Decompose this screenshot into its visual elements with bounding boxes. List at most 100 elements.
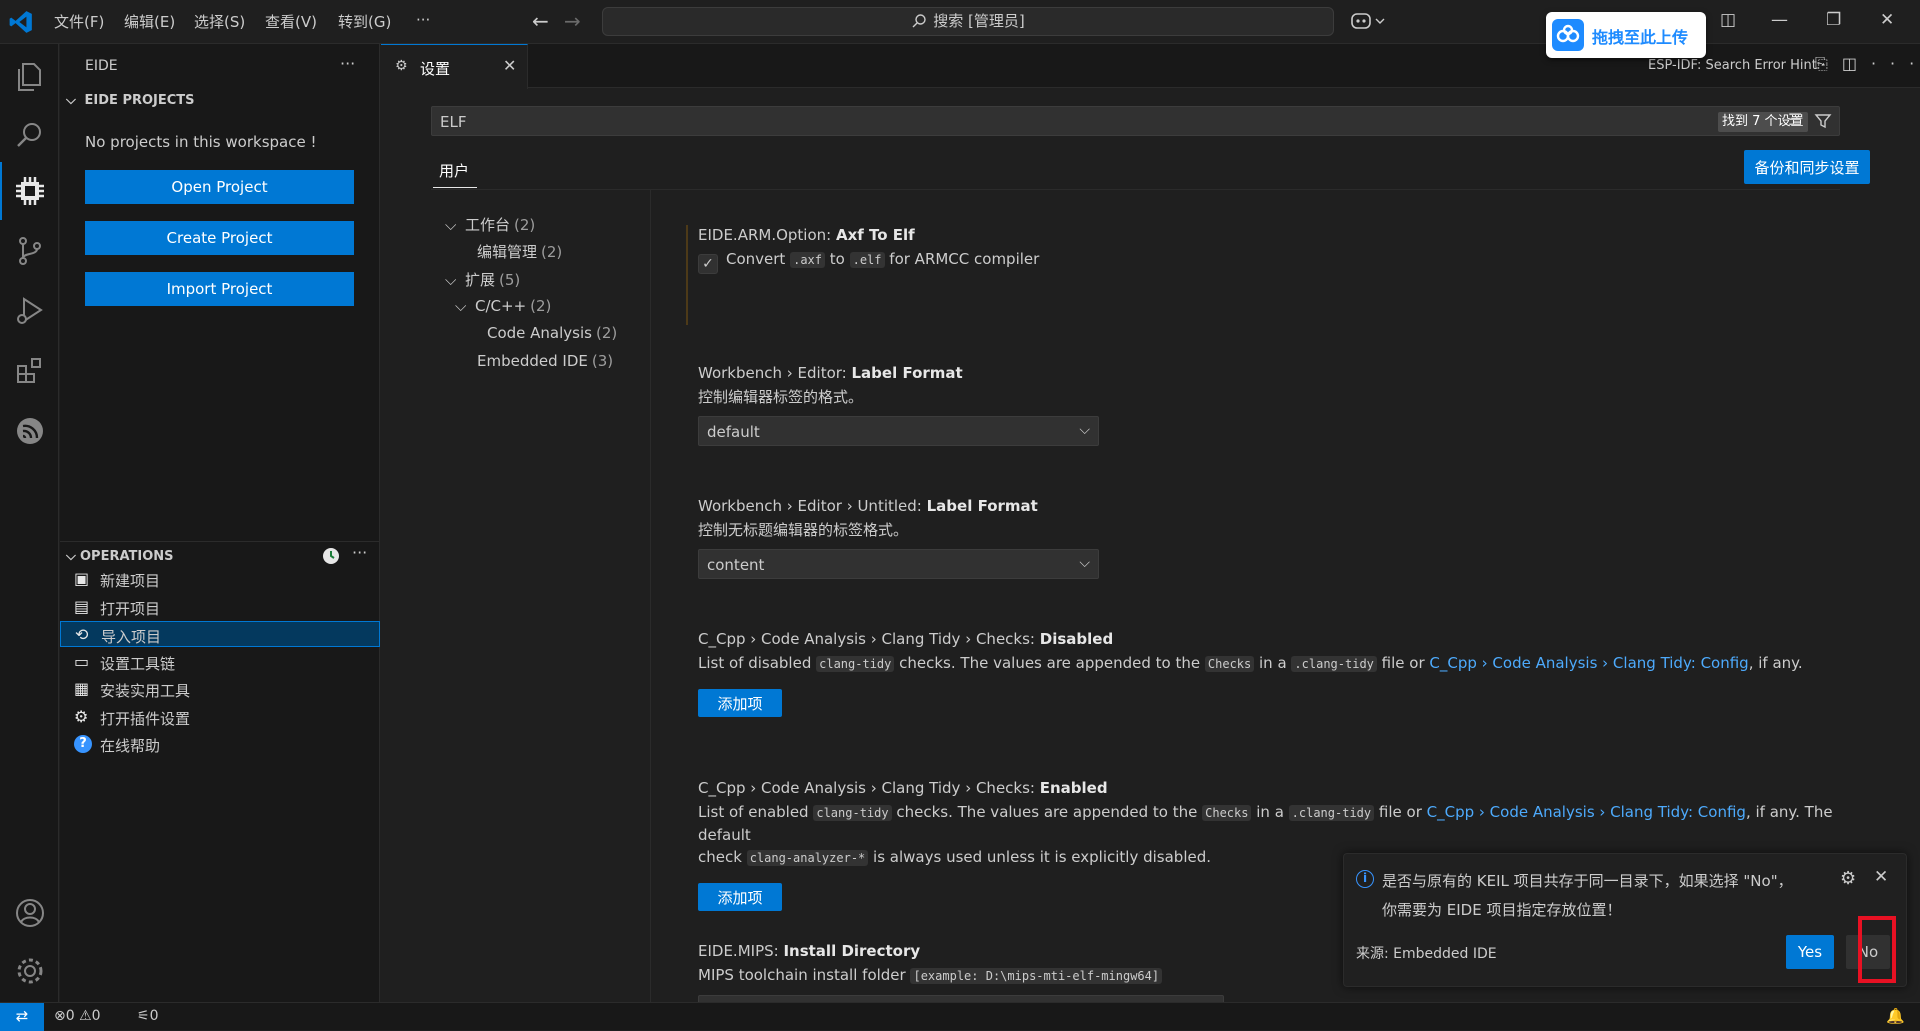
eide-projects-header[interactable]: ⌵ EIDE PROJECTS [66, 93, 195, 108]
minimize-button[interactable]: — [1771, 10, 1788, 30]
history-clock-icon[interactable] [321, 546, 341, 566]
desc-text: file or [1376, 654, 1430, 672]
toc-label: Code Analysis [487, 324, 592, 342]
operation-item[interactable]: ▭ 设置工具链 [60, 649, 380, 675]
forward-arrow-icon[interactable]: → [564, 9, 581, 33]
setting-description: 控制编辑器标签的格式。 [698, 388, 864, 406]
open-project-icon: ▤ [74, 596, 90, 616]
source-control-icon[interactable] [13, 234, 47, 268]
toc-item[interactable]: Embedded IDE (3) [477, 352, 613, 370]
esp-idf-icon[interactable] [13, 414, 47, 448]
gear-icon[interactable]: ⚙ [1840, 868, 1856, 889]
title-bar: 文件(F) 编辑(E) 选择(S) 查看(V) 转到(G) ··· ← → 搜索… [0, 0, 1920, 58]
active-scope-underline [433, 187, 477, 188]
untitled-label-format-select[interactable]: content ⌵ [698, 549, 1099, 579]
desc-text: file or [1374, 803, 1427, 821]
operation-label: 导入项目 [101, 628, 162, 646]
desc-text: in a [1251, 803, 1289, 821]
operation-item[interactable]: ⟲ 导入项目 [60, 621, 380, 647]
operation-label: 打开插件设置 [100, 709, 191, 728]
notification-toast: i 是否与原有的 KEIL 项目共存于同一目录下，如果选择 "No"， 你需要为… [1343, 853, 1907, 987]
toc-item[interactable]: Code Analysis (2) [487, 324, 617, 342]
notification-bell-icon[interactable]: 🔔 [1886, 1007, 1905, 1025]
yes-button[interactable]: Yes [1786, 935, 1834, 969]
tab-user-settings[interactable]: 用户 [439, 160, 469, 181]
operation-item[interactable]: ▤ 打开项目 [60, 594, 380, 620]
axf-to-elf-checkbox[interactable]: ✓ [698, 254, 718, 274]
restore-button[interactable]: ❐ [1826, 10, 1841, 30]
add-item-button[interactable]: 添加项 [698, 689, 782, 717]
toc-item[interactable]: ⌵ C/C++ (2) [455, 297, 551, 315]
search-icon [912, 14, 926, 28]
menu-edit[interactable]: 编辑(E) [124, 11, 175, 32]
desc-text: List of enabled [698, 803, 814, 821]
problems-status[interactable]: ⊗0 ⚠0 [54, 1008, 101, 1024]
tab-settings[interactable]: ⚙ 设置 ✕ [381, 44, 528, 89]
clang-tidy-config-link[interactable]: C_Cpp › Code Analysis › Clang Tidy: Conf… [1429, 654, 1748, 672]
run-debug-icon[interactable] [13, 294, 47, 328]
setting-name: Disabled [1039, 630, 1114, 648]
menu-view[interactable]: 查看(V) [265, 11, 317, 32]
code-clang-tidy-file: .clang-tidy [1291, 656, 1377, 672]
projects-header-label: EIDE PROJECTS [84, 93, 195, 108]
baidu-upload-widget[interactable]: 拖拽至此上传 [1546, 12, 1706, 58]
operation-item[interactable]: ▦ 安装实用工具 [60, 676, 380, 702]
warning-icon: ⚠ [79, 1008, 92, 1024]
toc-label: 扩展 [465, 271, 496, 289]
operation-item[interactable]: ▣ 新建项目 [60, 566, 380, 592]
operations-more-icon[interactable]: ··· [352, 543, 367, 562]
add-item-button[interactable]: 添加项 [698, 883, 782, 911]
create-project-button[interactable]: Create Project [85, 221, 354, 255]
operation-item[interactable]: ⚙ 打开插件设置 [60, 704, 380, 730]
operation-item[interactable]: ? 在线帮助 [60, 731, 380, 757]
code-clang-tidy: clang-tidy [813, 805, 892, 821]
setting-description: List of disabled clang-tidy checks. The … [698, 652, 1878, 675]
import-project-button[interactable]: Import Project [85, 272, 354, 306]
code-axf: .axf [790, 252, 825, 268]
setting-name: Label Format [851, 364, 963, 382]
toc-item[interactable]: 编辑管理 (2) [477, 241, 562, 262]
code-clang-tidy-file: .clang-tidy [1288, 805, 1375, 821]
focused-setting-indicator [686, 225, 688, 325]
ports-status[interactable]: ⚟0 [137, 1008, 158, 1024]
toc-item[interactable]: ⌵ 扩展 (5) [445, 269, 520, 290]
command-center-label: 搜索 [管理员] [933, 12, 1025, 30]
desc-text: to [825, 250, 850, 268]
close-icon[interactable]: ✕ [503, 56, 516, 75]
menu-selection[interactable]: 选择(S) [194, 11, 245, 32]
operations-header-label: ⌵ OPERATIONS [66, 549, 174, 564]
notification-source: 来源: Embedded IDE [1356, 946, 1497, 962]
setting-category: EIDE.ARM.Option: [698, 226, 836, 244]
extensions-icon[interactable] [13, 354, 47, 388]
gear-icon: ⚙ [74, 706, 89, 726]
menu-go[interactable]: 转到(G) [338, 11, 391, 32]
close-window-button[interactable]: ✕ [1880, 10, 1894, 30]
more-actions-icon[interactable]: ··· [340, 54, 355, 73]
search-icon[interactable] [13, 118, 47, 152]
clang-tidy-config-link[interactable]: C_Cpp › Code Analysis › Clang Tidy: Conf… [1427, 803, 1746, 821]
toolchain-icon: ▭ [74, 651, 90, 671]
operations-header[interactable]: ⌵ OPERATIONS ··· [60, 541, 380, 565]
explorer-icon[interactable] [13, 60, 47, 94]
code-checks: Checks [1204, 656, 1255, 672]
setting-untitled-label-format: Workbench › Editor › Untitled: Label For… [698, 497, 1878, 579]
setting-category: Workbench › Editor: [698, 364, 852, 382]
menu-more[interactable]: ··· [416, 11, 430, 29]
toc-item[interactable]: ⌵ 工作台 (2) [445, 214, 535, 235]
setting-category: Workbench › Editor › Untitled: [698, 497, 927, 515]
back-arrow-icon[interactable]: ← [532, 9, 549, 33]
command-center-search[interactable]: 搜索 [管理员] [602, 7, 1334, 36]
vscode-logo-icon [9, 11, 32, 33]
open-project-button[interactable]: Open Project [85, 170, 354, 204]
copilot-icon[interactable] [1350, 10, 1390, 32]
eide-chip-icon[interactable] [13, 174, 47, 208]
account-icon[interactable] [13, 896, 47, 930]
chevron-down-icon: ⌵ [445, 216, 457, 234]
remote-indicator-icon[interactable]: ⇄ [0, 1003, 44, 1031]
close-icon[interactable]: ✕ [1874, 867, 1888, 887]
manage-gear-icon[interactable] [13, 954, 47, 988]
toggle-layout-icon[interactable]: ◫ [1720, 10, 1736, 30]
label-format-select[interactable]: default ⌵ [698, 416, 1099, 446]
menu-file[interactable]: 文件(F) [54, 11, 104, 32]
setting-name: Enabled [1039, 779, 1108, 797]
